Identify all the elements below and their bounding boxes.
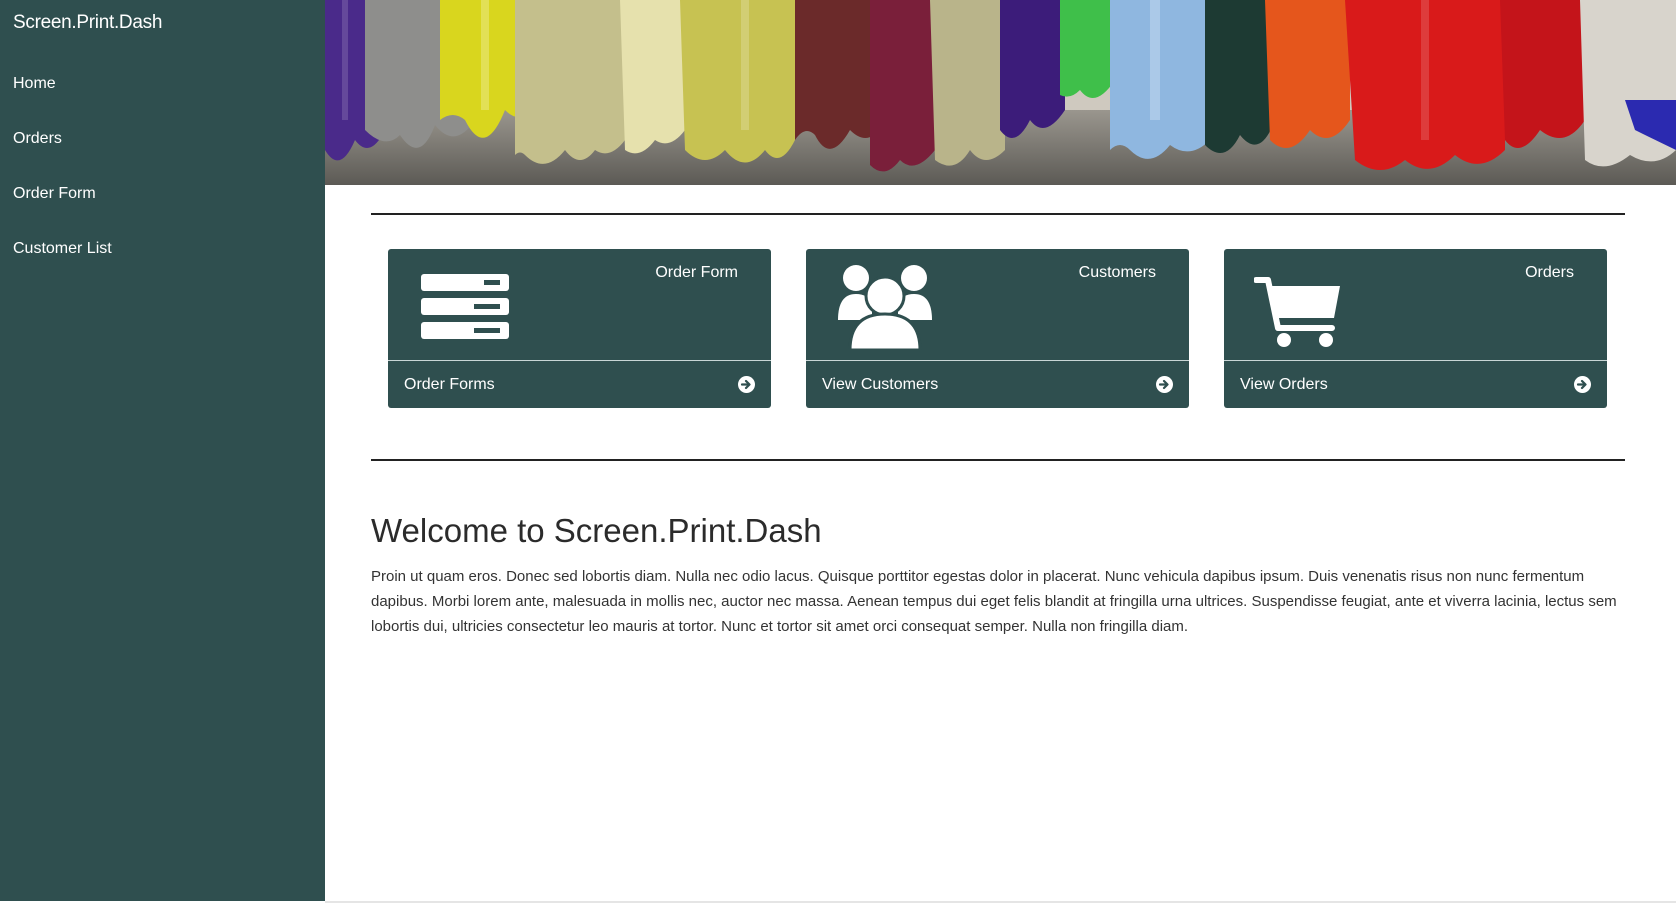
card-link-label: View Customers (822, 375, 939, 393)
card-title: Order Form (655, 264, 738, 281)
orders-card: Orders View Orders (1224, 249, 1607, 408)
brand-link[interactable]: Screen.Print.Dash (13, 12, 162, 34)
sidebar-item-home[interactable]: Home (0, 56, 325, 111)
card-title: Orders (1525, 264, 1574, 281)
arrow-circle-right-icon (1574, 376, 1591, 393)
shopping-cart-icon (1253, 258, 1354, 354)
order-form-card: Order Form Order Forms (388, 249, 771, 408)
sidebar-item-orders[interactable]: Orders (0, 111, 325, 166)
users-icon (836, 258, 936, 354)
banner-image (325, 0, 1676, 185)
arrow-circle-right-icon (738, 376, 755, 393)
customers-card: Customers View Customers (806, 249, 1189, 408)
arrow-circle-right-icon (1156, 376, 1173, 393)
sidebar-item-order-form[interactable]: Order Form (0, 166, 325, 221)
bottom-divider (371, 459, 1625, 461)
welcome-paragraph: Proin ut quam eros. Donec sed lobortis d… (371, 568, 1617, 635)
card-link-label: Order Forms (404, 375, 495, 393)
sidebar-nav: Home Orders Order Form Customer List (0, 56, 325, 276)
card-title: Customers (1078, 264, 1156, 281)
page-title: Welcome to Screen.Print.Dash (371, 512, 822, 549)
order-forms-link[interactable]: Order Forms (388, 360, 771, 408)
server-list-icon (418, 258, 518, 354)
card-link-label: View Orders (1240, 375, 1328, 393)
top-divider (371, 213, 1625, 215)
sidebar-item-customer-list[interactable]: Customer List (0, 221, 325, 276)
view-orders-link[interactable]: View Orders (1224, 360, 1607, 408)
paint-banner-graphic (325, 0, 1676, 185)
view-customers-link[interactable]: View Customers (806, 360, 1189, 408)
sidebar: Screen.Print.Dash Home Orders Order Form… (0, 0, 325, 901)
